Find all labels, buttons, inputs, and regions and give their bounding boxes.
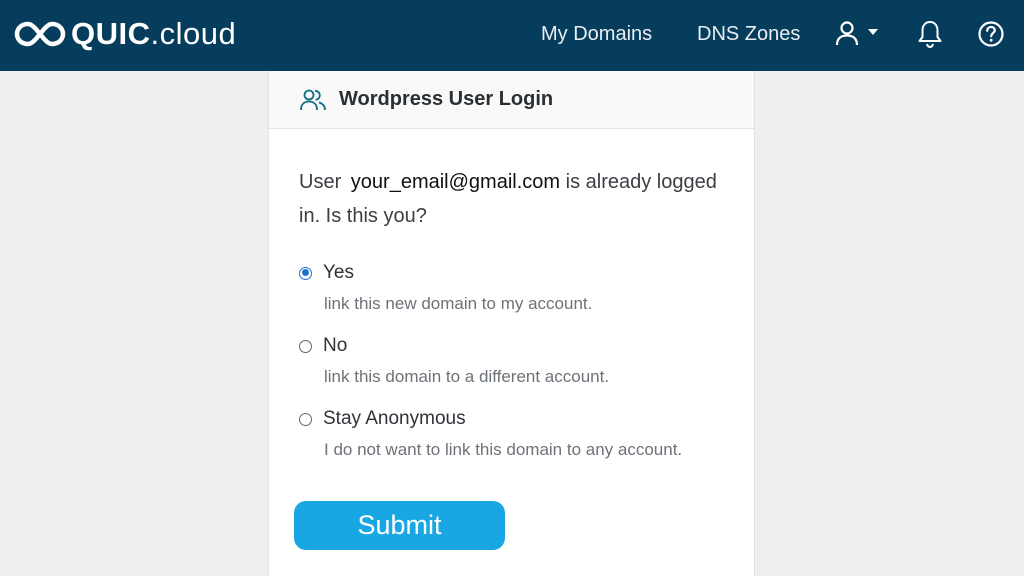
login-question: User your_email@gmail.com is already log… [299,165,729,233]
option-anonymous-row[interactable]: Stay Anonymous [299,405,739,433]
wordpress-login-card: Wordpress User Login User your_email@gma… [268,71,755,576]
card-title: Wordpress User Login [339,88,554,110]
option-no-row[interactable]: No [299,332,739,360]
caret-down-icon [868,29,878,35]
option-stay-anonymous: Stay Anonymous I do not want to link thi… [299,405,739,460]
radio-no[interactable] [299,339,312,353]
top-navigation-bar: QUIC.cloud My Domains DNS Zones [0,0,1024,71]
notifications-button[interactable] [914,18,946,50]
nav-my-domains[interactable]: My Domains [541,20,652,48]
option-anonymous-description: I do not want to link this domain to any… [324,440,683,459]
card-header: Wordpress User Login [269,71,754,129]
help-button[interactable] [975,18,1007,50]
user-icon [835,21,878,46]
users-icon [300,89,326,110]
radio-stay-anonymous[interactable] [299,412,312,426]
option-anonymous-label[interactable]: Stay Anonymous [323,408,466,430]
infinity-logo-icon [14,21,66,47]
submit-button[interactable]: Submit [294,501,505,550]
option-yes: Yes link this new domain to my account. [299,259,739,314]
bell-icon [918,21,942,49]
nav-dns-zones[interactable]: DNS Zones [697,20,800,48]
logo-brand: QUIC [71,16,151,51]
option-yes-label[interactable]: Yes [323,262,354,284]
option-yes-description: link this new domain to my account. [324,294,593,313]
quic-cloud-logo[interactable]: QUIC.cloud [14,14,236,54]
option-no: No link this domain to a different accou… [299,332,739,387]
user-email: your_email@gmail.com [350,171,561,193]
option-yes-row[interactable]: Yes [299,259,739,287]
user-menu-button[interactable] [832,18,884,50]
question-prefix: User [299,171,342,193]
radio-yes[interactable] [299,266,312,280]
option-no-description: link this domain to a different account. [324,367,610,386]
logo-text: QUIC.cloud [71,14,236,54]
help-icon [978,21,1004,47]
logo-tld: .cloud [150,16,237,51]
option-no-label[interactable]: No [323,335,347,357]
